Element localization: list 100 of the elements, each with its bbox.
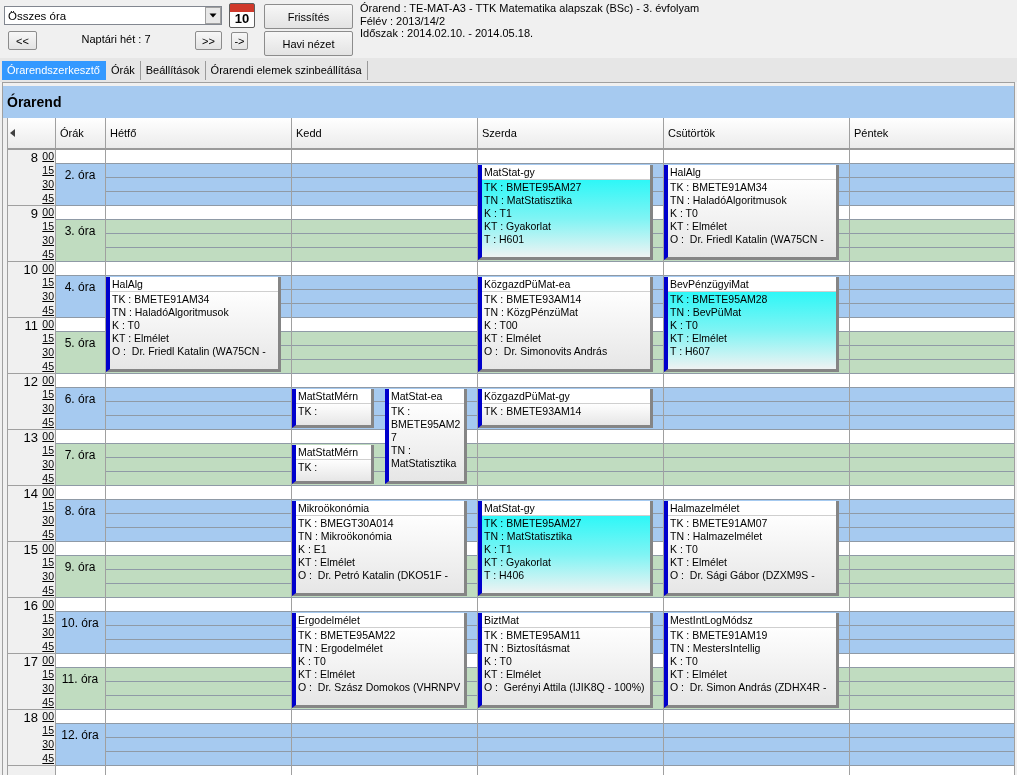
period-label: 11. óra bbox=[61, 672, 99, 686]
hour-label: 14 bbox=[22, 486, 38, 500]
event-field: TK : BMETE95AM27 bbox=[391, 405, 463, 444]
hour-label: 16 bbox=[22, 598, 38, 612]
event-field: KT : Elmélet bbox=[484, 332, 649, 345]
minute-label: 00 bbox=[41, 598, 54, 612]
event-card[interactable]: MatStat-gy TK : BMETE95AM27 TN : MatStatisztika K : T1 KT : Gyakorlat T : H601 bbox=[478, 165, 653, 260]
event-field: TN : Biztosításmat bbox=[484, 642, 649, 655]
event-field: TN : MatStatisztika bbox=[484, 194, 649, 207]
calendar-button[interactable]: 10 bbox=[229, 3, 255, 28]
event-field: O : Dr. Simonovits András bbox=[484, 345, 649, 358]
minute-label: 30 bbox=[41, 738, 54, 752]
tab[interactable]: Órarendi elemek szinbeállítása bbox=[205, 61, 368, 80]
minute-label: 30 bbox=[41, 514, 54, 528]
minute-label: 45 bbox=[41, 472, 54, 485]
event-title: Halmazelmélet bbox=[668, 501, 836, 516]
event-field: O : Dr. Petró Katalin (DKO51F - bbox=[298, 569, 463, 582]
event-field: TN : HaladóAlgoritmusok bbox=[670, 194, 835, 207]
minute-label: 15 bbox=[41, 556, 54, 570]
event-field: K : T0 bbox=[670, 655, 835, 668]
event-card[interactable]: MatStatMérn TK : bbox=[292, 445, 374, 484]
refresh-button[interactable]: Frissítés bbox=[264, 4, 353, 29]
minute-label: 30 bbox=[41, 234, 54, 248]
event-card[interactable]: KözgazdPüMat-ea TK : BMETE93AM14 TN : KözgPénzüMat K : T00 KT : Elmélet O : Dr. Simonovits András bbox=[478, 277, 653, 372]
minute-label: 45 bbox=[41, 752, 54, 765]
event-field: K : E1 bbox=[298, 543, 463, 556]
event-card[interactable]: Ergodelmélet TK : BMETE95AM22 TN : Ergodelmélet K : T0 KT : Elmélet O : Dr. Szász Domokos (VHRNPV bbox=[292, 613, 467, 708]
period-label: 2. óra bbox=[64, 168, 96, 182]
event-field: KT : Elmélet bbox=[670, 556, 835, 569]
minute-label: 15 bbox=[41, 668, 54, 682]
minute-label: 00 bbox=[41, 206, 54, 220]
event-field: KT : Elmélet bbox=[670, 668, 835, 681]
event-field: TK : BMETE95AM22 bbox=[298, 629, 463, 642]
minute-label: 30 bbox=[41, 570, 54, 584]
event-title: KözgazdPüMat-ea bbox=[482, 277, 650, 292]
event-field: K : T0 bbox=[670, 319, 835, 332]
event-title: MatStat-ea bbox=[389, 389, 464, 404]
event-field: K : T0 bbox=[112, 319, 277, 332]
event-card[interactable]: BevPénzügyiMat TK : BMETE95AM28 TN : BevPüMat K : T0 KT : Elmélet T : H607 bbox=[664, 277, 839, 372]
event-field: TK : BMETE95AM28 bbox=[670, 293, 835, 306]
minute-label: 15 bbox=[41, 500, 54, 514]
event-field: O : Dr. Simon András (ZDHX4R - bbox=[670, 681, 835, 694]
minute-label: 15 bbox=[41, 164, 54, 178]
event-title: MatStat-gy bbox=[482, 165, 650, 180]
event-card[interactable]: HalAlg TK : BMETE91AM34 TN : HaladóAlgoritmusok K : T0 KT : Elmélet O : Dr. Friedl Katalin (WA75CN - bbox=[106, 277, 281, 372]
tab[interactable]: Órák bbox=[105, 61, 141, 80]
event-title: HalAlg bbox=[668, 165, 836, 180]
previous-week-button[interactable]: << bbox=[8, 31, 37, 50]
go-button[interactable]: -> bbox=[231, 31, 248, 50]
minute-label: 45 bbox=[41, 360, 54, 373]
event-card[interactable]: MatStatMérn TK : bbox=[292, 389, 374, 428]
period-label: 5. óra bbox=[64, 336, 96, 350]
event-field: TN : HaladóAlgoritmusok bbox=[112, 306, 277, 319]
event-card[interactable]: KözgazdPüMat-gy TK : BMETE93AM14 bbox=[478, 389, 653, 428]
filter-dropdown[interactable]: Összes óra bbox=[4, 6, 222, 25]
hour-label: 8 bbox=[29, 150, 38, 164]
minute-label: 15 bbox=[41, 724, 54, 738]
period-label: 8. óra bbox=[64, 504, 96, 518]
event-field: O : Dr. Sági Gábor (DZXM9S - bbox=[670, 569, 835, 582]
event-card[interactable]: MatStat-ea TK : BMETE95AM27 TN : MatStatisztika bbox=[385, 389, 467, 484]
event-title: Ergodelmélet bbox=[296, 613, 464, 628]
minute-label: 30 bbox=[41, 346, 54, 360]
event-field: TN : KözgPénzüMat bbox=[484, 306, 649, 319]
column-header: Szerda bbox=[477, 118, 663, 148]
info-text: Félév : 2013/14/2 bbox=[360, 14, 446, 27]
event-card[interactable]: HalAlg TK : BMETE91AM34 TN : HaladóAlgoritmusok K : T0 KT : Elmélet O : Dr. Friedl Katalin (WA75CN - bbox=[664, 165, 839, 260]
minute-label: 00 bbox=[41, 486, 54, 500]
event-card[interactable]: MestIntLogMódsz TK : BMETE91AM19 TN : MestersIntellig K : T0 KT : Elmélet O : Dr. Simon András (ZDHX4R - bbox=[664, 613, 839, 708]
event-title: MatStatMérn bbox=[296, 389, 371, 404]
event-field: K : T0 bbox=[484, 655, 649, 668]
minute-label: 30 bbox=[41, 458, 54, 472]
minute-label: 45 bbox=[41, 696, 54, 709]
event-card[interactable]: BiztMat TK : BMETE95AM11 TN : Biztosításmat K : T0 KT : Elmélet O : Gerényi Attila (IJIK8Q - 100%) bbox=[478, 613, 653, 708]
event-field: TN : MestersIntellig bbox=[670, 642, 835, 655]
minute-label: 15 bbox=[41, 612, 54, 626]
hour-label: 9 bbox=[29, 206, 38, 220]
month-view-button[interactable]: Havi nézet bbox=[264, 31, 353, 56]
event-field: TK : BMETE91AM19 bbox=[670, 629, 835, 642]
period-label: 6. óra bbox=[64, 392, 96, 406]
event-card[interactable]: MatStat-gy TK : BMETE95AM27 TN : MatStatisztika K : T1 KT : Gyakorlat T : H406 bbox=[478, 501, 653, 596]
minute-label: 00 bbox=[41, 150, 54, 164]
tab[interactable]: Beállítások bbox=[140, 61, 206, 80]
event-card[interactable]: Halmazelmélet TK : BMETE91AM07 TN : Halmazelmélet K : T0 KT : Elmélet O : Dr. Sági Gábor (DZXM9S - bbox=[664, 501, 839, 596]
hour-label: 18 bbox=[22, 710, 38, 724]
event-field: K : T0 bbox=[298, 655, 463, 668]
event-field: O : Gerényi Attila (IJIK8Q - 100%) bbox=[484, 681, 649, 694]
minute-label: 00 bbox=[41, 262, 54, 276]
minute-label: 00 bbox=[41, 318, 54, 332]
caret-left-icon[interactable] bbox=[10, 129, 15, 137]
next-week-button[interactable]: >> bbox=[195, 31, 222, 50]
event-field: TK : BMETE91AM34 bbox=[112, 293, 277, 306]
event-field: TN : Halmazelmélet bbox=[670, 530, 835, 543]
hour-label: 17 bbox=[22, 654, 38, 668]
hour-label: 10 bbox=[22, 262, 38, 276]
period-label: 7. óra bbox=[64, 448, 96, 462]
event-card[interactable]: Mikroökonómia TK : BMEGT30A014 TN : Mikroökonómia K : E1 KT : Elmélet O : Dr. Petró Katalin (DKO51F - bbox=[292, 501, 467, 596]
hour-label: 12 bbox=[22, 374, 38, 388]
column-header: Hétfő bbox=[105, 118, 291, 148]
minute-label: 00 bbox=[41, 710, 54, 724]
week-label: Naptári hét : 7 bbox=[80, 33, 152, 47]
